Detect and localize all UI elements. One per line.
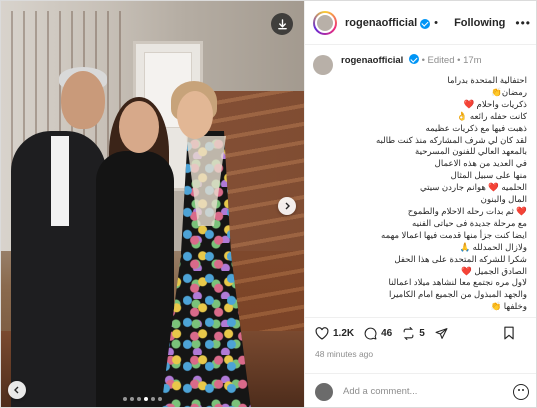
download-icon xyxy=(277,18,287,29)
caption-line: لقد كان لي شرف المشاركه منذ كنت طالبه xyxy=(375,134,527,145)
comment-icon xyxy=(364,327,377,339)
repost-icon xyxy=(403,326,414,340)
photo-girl xyxy=(96,151,174,407)
carousel-dot xyxy=(158,397,162,401)
instagram-post-modal: rogenaofficial • Following ••• rogenaoff… xyxy=(0,0,537,408)
caption-avatar[interactable] xyxy=(313,55,333,75)
caption-username[interactable]: rogenaofficial xyxy=(341,55,403,66)
post-side-panel: rogenaofficial • Following ••• rogenaoff… xyxy=(304,1,536,407)
share-button[interactable] xyxy=(435,327,452,340)
caption-line: ذكريات واحلام ❤️ xyxy=(463,98,527,109)
carousel-next-button[interactable] xyxy=(278,197,296,215)
post-header: rogenaofficial • Following ••• xyxy=(305,1,536,45)
photo-girl-face xyxy=(119,101,159,153)
action-row: 1.2K 46 5 xyxy=(315,326,529,340)
carousel-dot xyxy=(130,397,134,401)
caption-header: rogenaofficial • Edited • 17m xyxy=(313,53,531,75)
post-actions: 1.2K 46 5 48 minutes ago xyxy=(305,317,536,379)
bookmark-icon xyxy=(504,326,514,340)
chevron-left-icon xyxy=(14,386,19,394)
like-button[interactable]: 1.2K xyxy=(315,326,355,340)
carousel-dot xyxy=(123,397,127,401)
carousel-dot xyxy=(151,397,155,401)
caption-edited: Edited xyxy=(427,55,455,66)
like-count: 1.2K xyxy=(333,327,355,339)
carousel-dot xyxy=(137,397,141,401)
verified-badge-icon xyxy=(420,18,431,29)
author-avatar[interactable] xyxy=(313,10,337,35)
post-caption: rogenaofficial • Edited • 17m احتفالية ا… xyxy=(305,45,536,317)
carousel-dots xyxy=(123,397,162,401)
more-options-button[interactable]: ••• xyxy=(515,16,531,30)
photo-man-face xyxy=(61,71,105,129)
repost-button[interactable]: 5 xyxy=(402,326,425,340)
download-button[interactable] xyxy=(271,13,293,35)
caption-line: منها على سبيل المثال xyxy=(450,170,527,181)
caption-text: احتفالية المتحدة بدراما رمضان👏 ذكريات وا… xyxy=(313,75,531,317)
caption-line: الصادق الجميل ❤️ xyxy=(461,265,527,276)
caption-line: احتفالية المتحدة بدراما xyxy=(447,75,527,85)
post-photo[interactable] xyxy=(1,1,304,407)
caption-line: لاول مره نجتمع معا لنشاهد ميلاد اعمالنا xyxy=(388,277,527,288)
caption-line: الحلميه ❤️ هوانم جاردن سيتي xyxy=(419,182,527,193)
header-separator: • xyxy=(434,16,438,29)
caption-line: شكرا للشركه المتحدة على هذا الحفل xyxy=(394,253,527,264)
caption-line: والجهد المبذول من الجميع امام الكاميرا xyxy=(388,289,527,300)
caption-line: وخلفها 👏 xyxy=(490,301,527,312)
photo-man-shirt xyxy=(51,136,69,226)
current-user-avatar xyxy=(315,382,333,401)
caption-line: بالمعهد العالي للفنون المسرحية xyxy=(415,146,527,157)
heart-icon xyxy=(315,326,329,340)
caption-line: ولازال الحمدلله 🙏 xyxy=(459,241,527,252)
verified-badge-icon xyxy=(408,54,419,64)
comment-bar xyxy=(305,373,536,407)
comment-button[interactable]: 46 xyxy=(364,327,392,340)
chevron-right-icon xyxy=(285,202,290,210)
photo-woman-face xyxy=(177,91,213,139)
carousel-dot-active xyxy=(144,397,148,401)
save-button[interactable] xyxy=(503,326,519,340)
caption-line: ❤️ ثم بدات رحله الاحلام والطموح xyxy=(407,205,527,216)
caption-line: رمضان👏 xyxy=(491,86,527,97)
author-username[interactable]: rogenaofficial xyxy=(345,17,417,29)
comment-count: 46 xyxy=(381,327,393,339)
caption-meta: rogenaofficial • Edited • 17m xyxy=(341,54,482,66)
comment-input[interactable] xyxy=(343,386,513,397)
post-time-ago: 48 minutes ago xyxy=(315,349,374,359)
caption-line: مع مرحلة جديدة فى حياتى الفنيه xyxy=(412,217,527,228)
caption-line: ذهبت فيها مع ذكريات عظيمه xyxy=(425,122,527,133)
following-button[interactable]: Following xyxy=(454,17,505,29)
send-icon xyxy=(435,327,448,339)
caption-line: ايضا كنت جزأ منها قدمت فيها اعمالا مهمه xyxy=(381,229,527,240)
repost-count: 5 xyxy=(419,327,425,339)
carousel-prev-button[interactable] xyxy=(8,381,26,399)
caption-line: كانت حفله رائعه 👌 xyxy=(456,110,527,121)
caption-line: المال والبنون xyxy=(480,194,527,205)
caption-line: في العديد من هذه الاعمال xyxy=(434,158,527,169)
caption-time: 17m xyxy=(463,55,482,66)
emoji-icon[interactable] xyxy=(513,383,529,400)
